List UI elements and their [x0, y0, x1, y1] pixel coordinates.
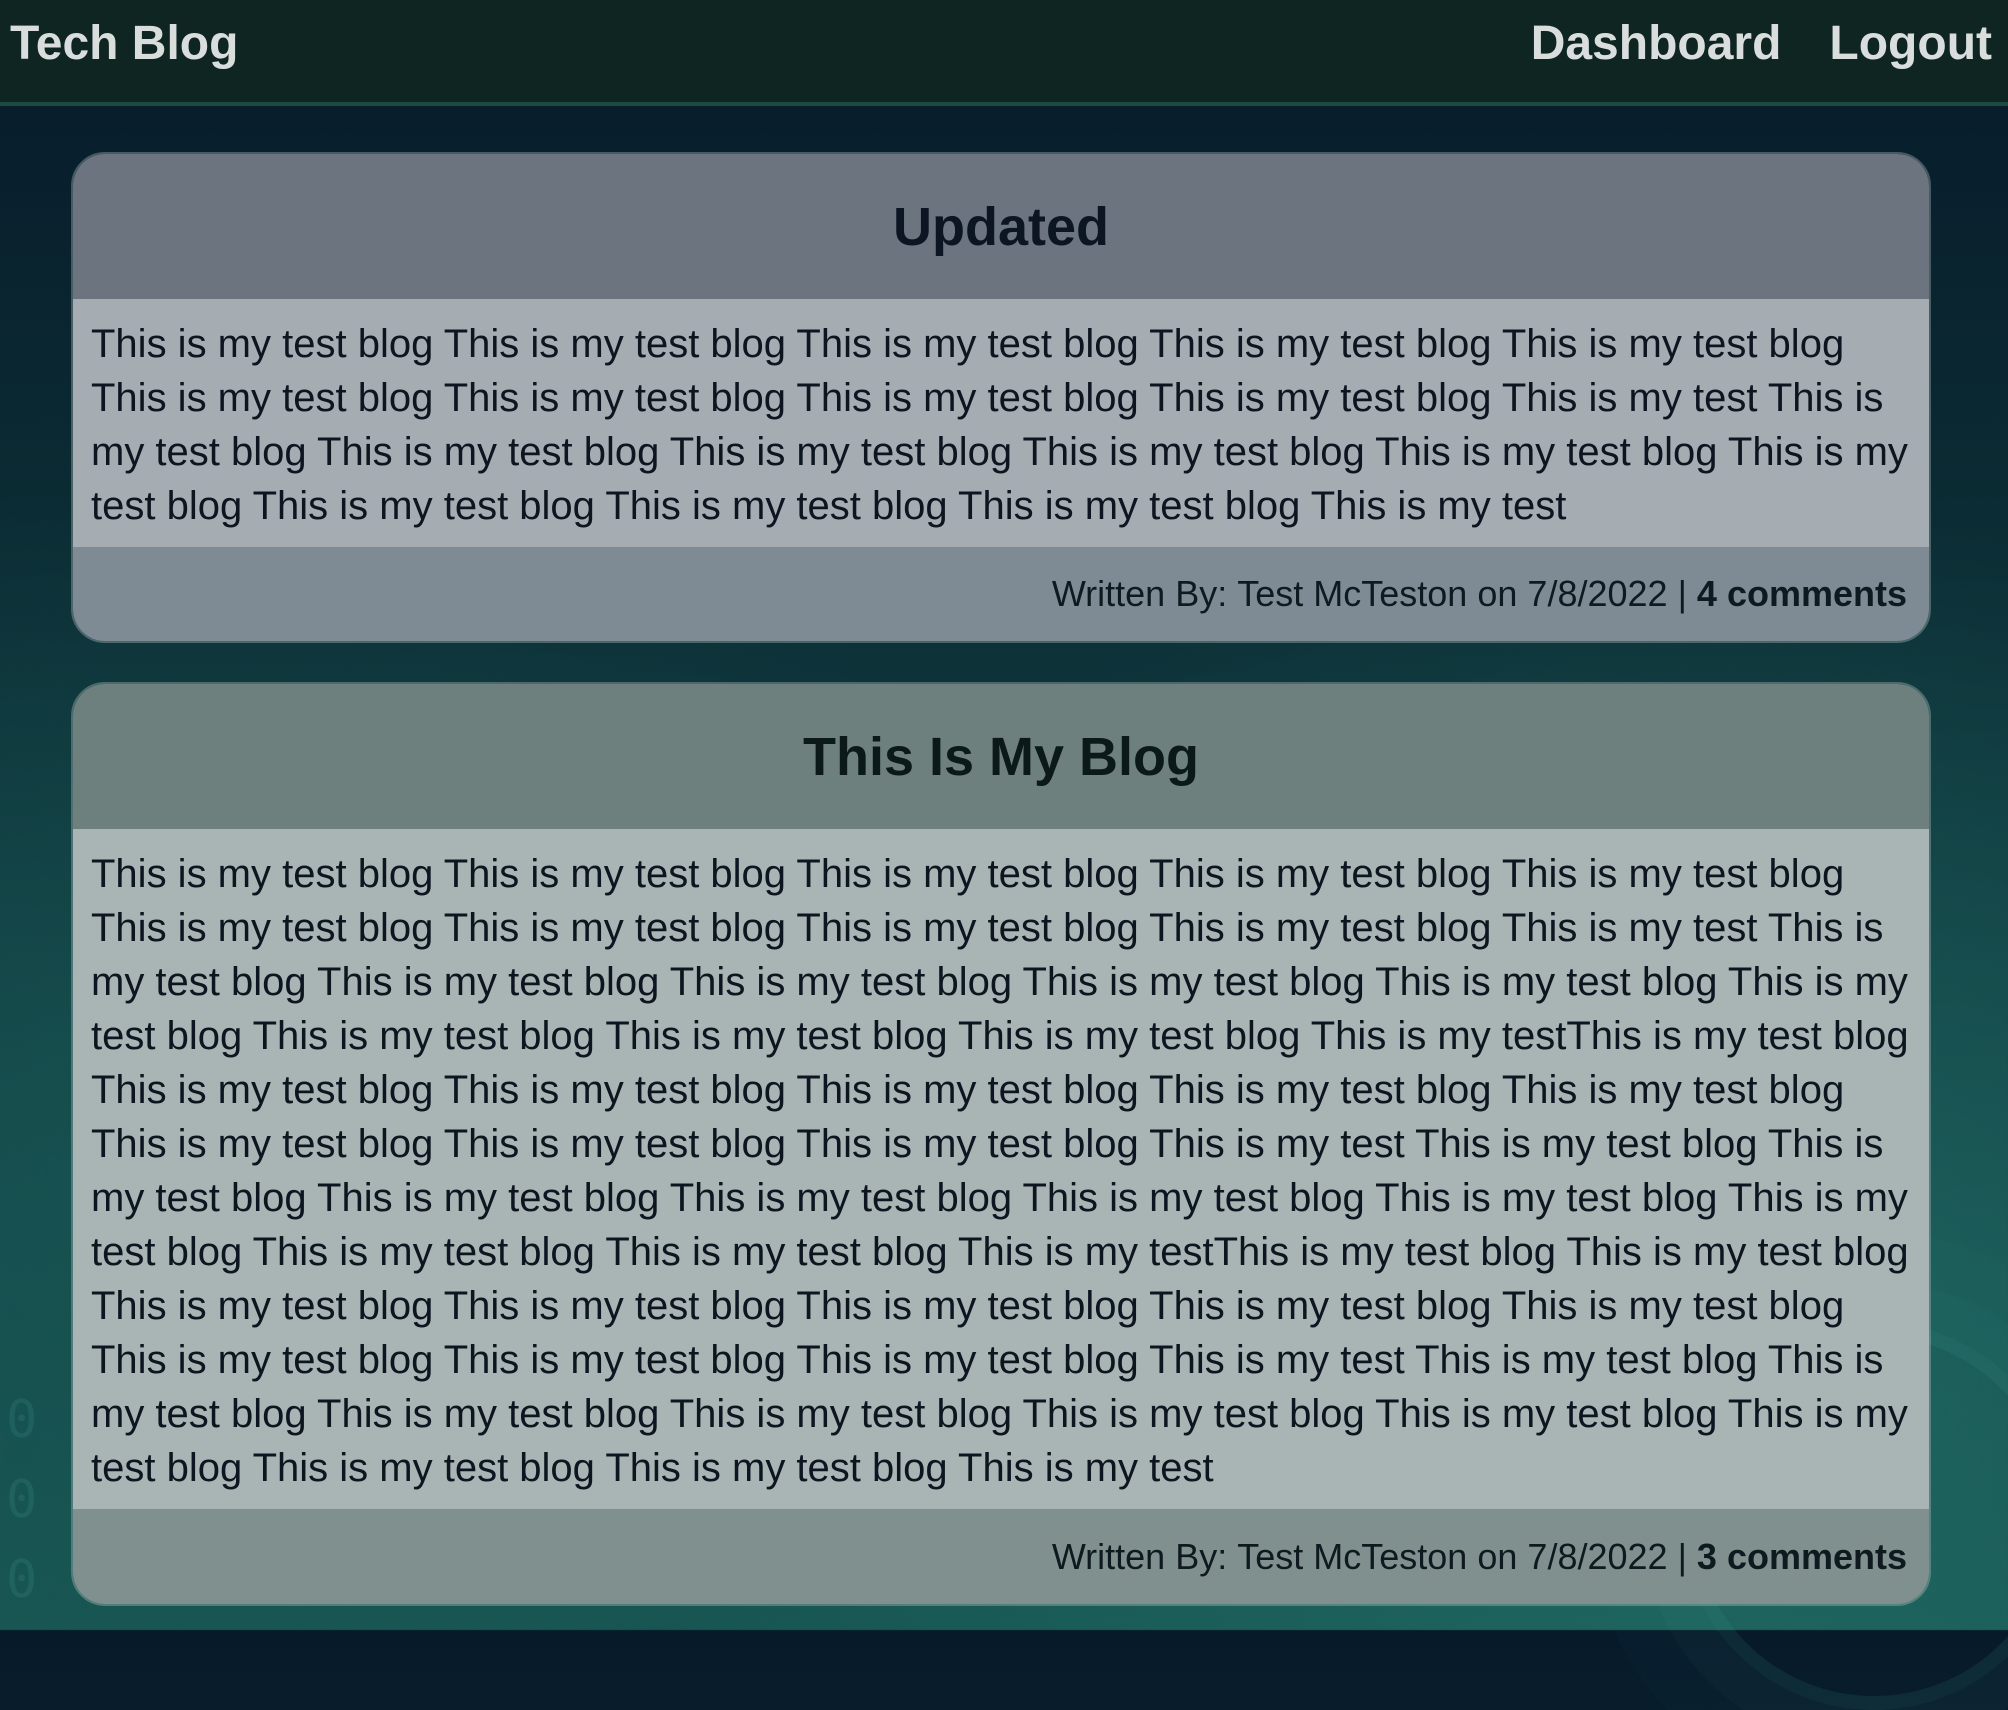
post-date: 7/8/2022: [1527, 573, 1668, 614]
date-prefix: on: [1477, 573, 1518, 614]
post-body: This is my test blog This is my test blo…: [73, 829, 1929, 1509]
comments-link[interactable]: 4 comments: [1697, 573, 1907, 615]
author-prefix: Written By:: [1051, 1535, 1228, 1577]
logout-link[interactable]: Logout: [1829, 16, 1992, 71]
footer-separator: |: [1677, 1535, 1687, 1577]
blog-post-card: This Is My Blog This is my test blog Thi…: [71, 682, 1931, 1606]
post-title[interactable]: Updated: [893, 196, 1109, 258]
comments-link[interactable]: 3 comments: [1697, 1536, 1907, 1578]
post-author: Test McTeston: [1237, 573, 1468, 614]
post-footer: Written By: Test McTeston on 7/8/2022 | 3 …: [73, 1509, 1929, 1604]
post-author: Test McTeston: [1237, 1535, 1468, 1577]
footer-separator: |: [1677, 573, 1687, 614]
post-title[interactable]: This Is My Blog: [803, 726, 1199, 788]
blog-post-card: Updated This is my test blog This is my …: [71, 152, 1931, 643]
dashboard-link[interactable]: Dashboard: [1531, 16, 1782, 71]
post-body: This is my test blog This is my test blo…: [73, 299, 1929, 547]
top-navbar: Tech Blog Dashboard Logout: [0, 0, 2008, 106]
nav-links: Dashboard Logout: [1531, 16, 1992, 71]
author-prefix: Written By:: [1051, 573, 1228, 614]
post-header: This Is My Blog: [73, 684, 1929, 829]
post-date: 7/8/2022: [1527, 1535, 1668, 1577]
post-footer: Written By: Test McTeston on 7/8/2022 | 4 …: [73, 547, 1929, 641]
post-header: Updated: [73, 154, 1929, 299]
date-prefix: on: [1477, 1535, 1518, 1577]
brand-link[interactable]: Tech Blog: [10, 16, 238, 71]
